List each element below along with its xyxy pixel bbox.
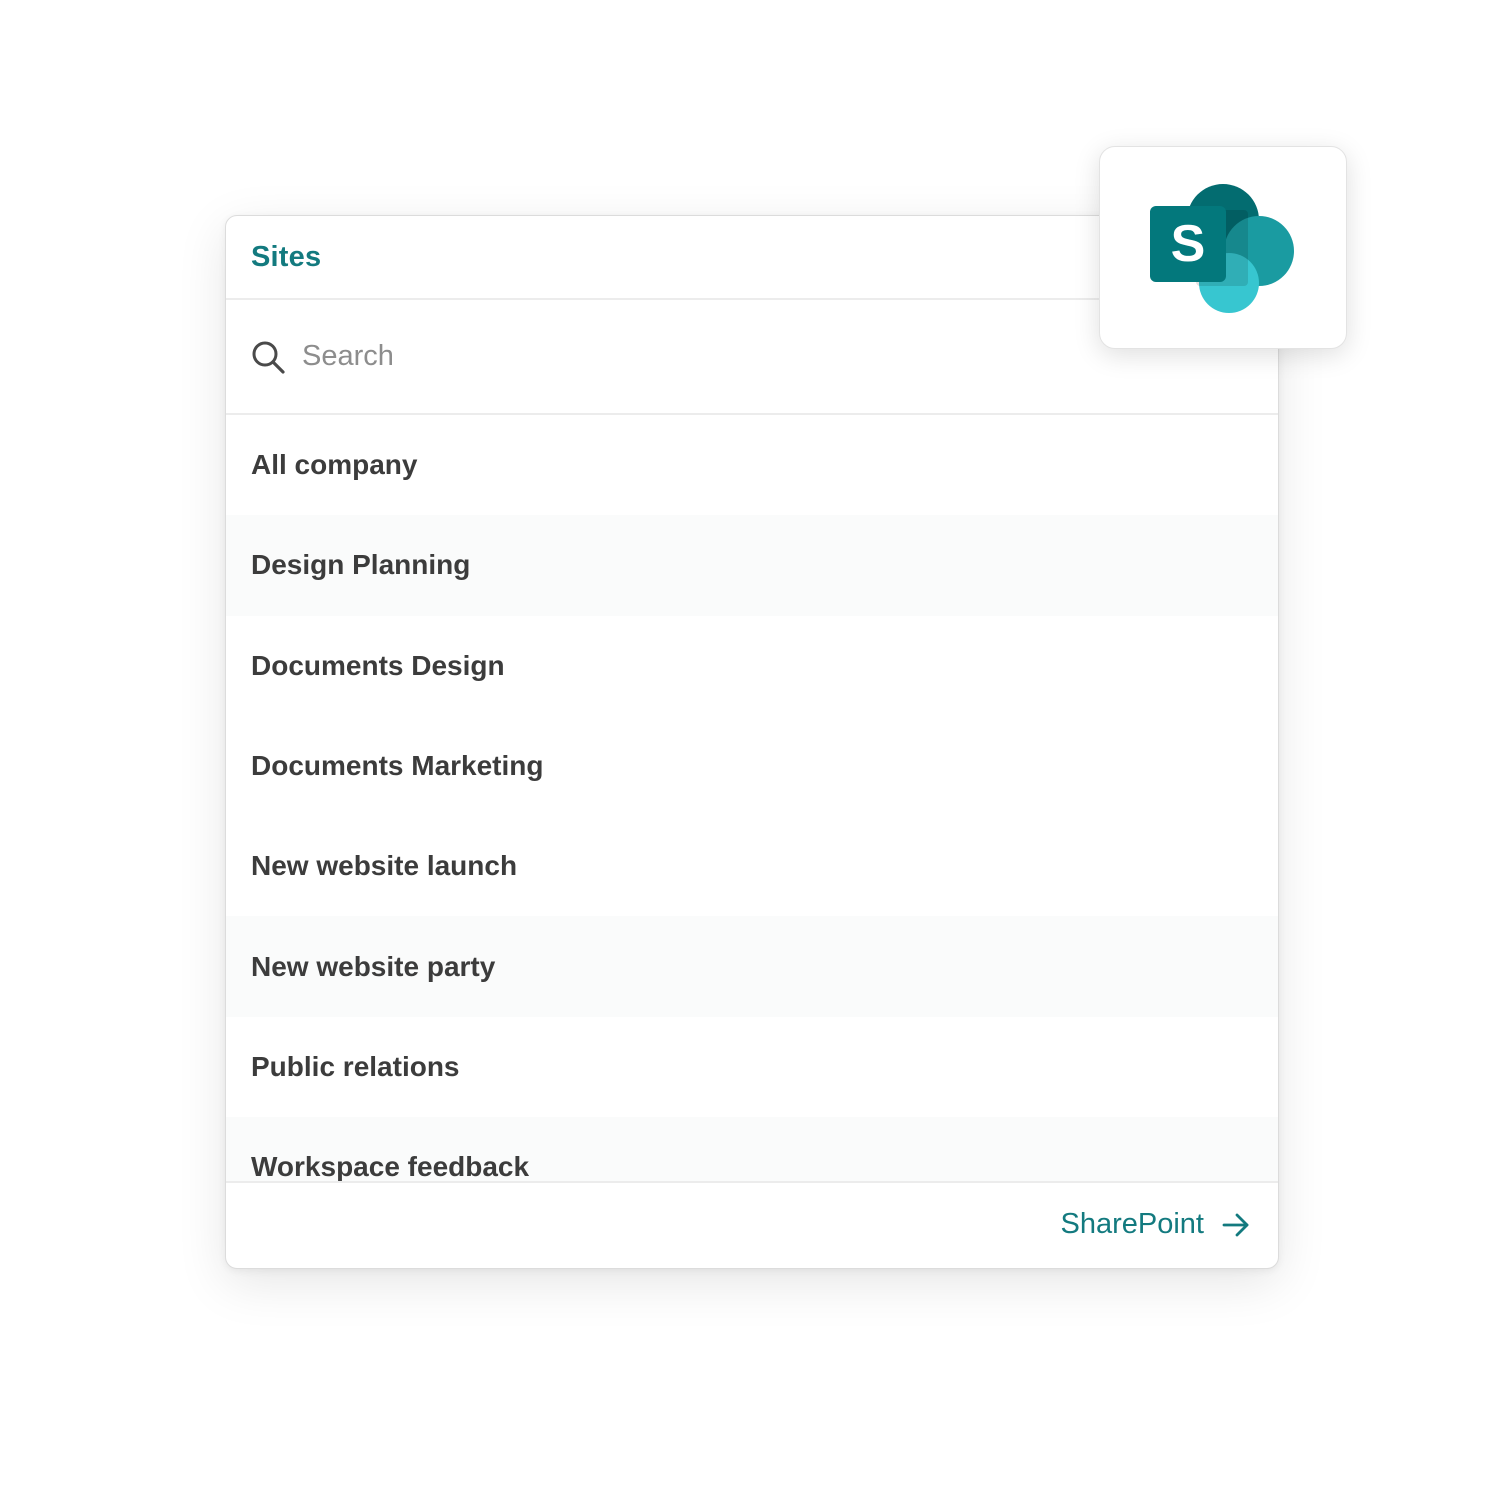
sharepoint-logo-icon: S <box>1148 170 1298 325</box>
site-item-design-planning[interactable]: Design Planning <box>226 515 1278 616</box>
sharepoint-link-label: SharePoint <box>1060 1208 1205 1240</box>
arrow-right-icon <box>1222 1211 1250 1239</box>
site-item-documents-design[interactable]: Documents Design <box>226 616 1278 716</box>
sharepoint-link[interactable]: SharePoint <box>1061 1208 1251 1241</box>
sharepoint-logo-card: S <box>1099 146 1347 349</box>
search-input[interactable] <box>302 340 1002 373</box>
sharepoint-logo-letter: S <box>1171 215 1206 273</box>
panel-title: Sites <box>251 240 322 273</box>
site-item-documents-marketing[interactable]: Documents Marketing <box>226 716 1278 816</box>
search-icon <box>250 339 286 375</box>
site-item-public-relations[interactable]: Public relations <box>226 1017 1278 1117</box>
sites-panel: Sites All company Design Planning Docume… <box>225 215 1279 1269</box>
site-item-new-website-launch[interactable]: New website launch <box>226 816 1278 916</box>
stage: Sites All company Design Planning Docume… <box>0 0 1500 1500</box>
site-item-new-website-party[interactable]: New website party <box>226 916 1278 1017</box>
site-item-workspace-feedback[interactable]: Workspace feedback <box>226 1117 1278 1181</box>
site-item-all-company[interactable]: All company <box>226 415 1278 515</box>
panel-footer: SharePoint <box>226 1183 1278 1266</box>
site-list: All company Design Planning Documents De… <box>226 415 1278 1183</box>
